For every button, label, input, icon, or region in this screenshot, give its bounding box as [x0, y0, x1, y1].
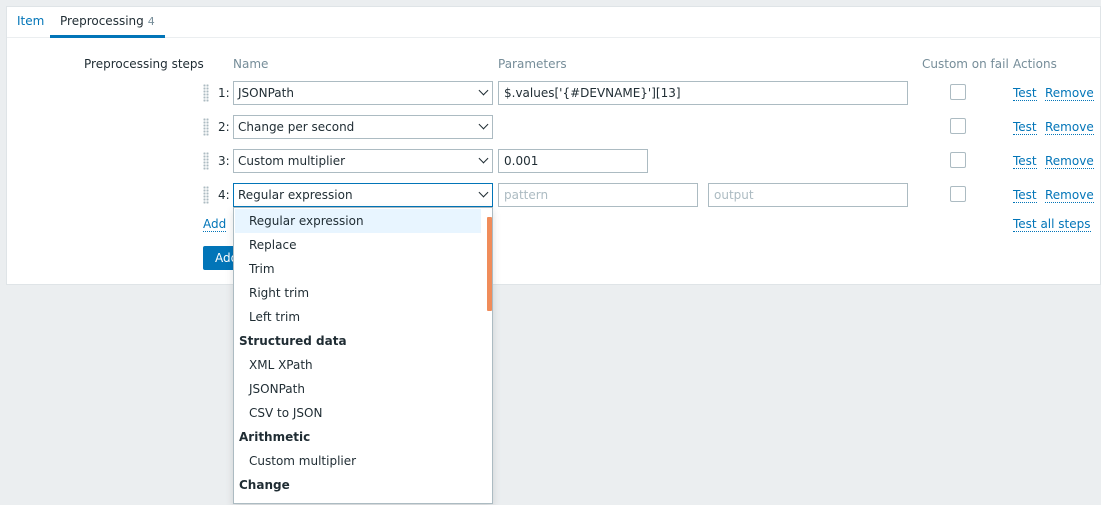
- dropdown-option-replace[interactable]: Replace: [235, 233, 481, 257]
- drag-handle-icon[interactable]: [203, 152, 209, 170]
- step-2-test-link[interactable]: Test: [1013, 121, 1037, 135]
- step-number: 4:: [218, 188, 230, 202]
- step-4-type-select[interactable]: Regular expression: [233, 183, 493, 207]
- dropdown-option-custom-multiplier[interactable]: Custom multiplier: [235, 449, 481, 473]
- step-3-type-value: Custom multiplier: [238, 154, 346, 168]
- step-4-test-link[interactable]: Test: [1013, 189, 1037, 203]
- step-2-custom-on-fail-checkbox[interactable]: [950, 118, 966, 134]
- dropdown-option-jsonpath[interactable]: JSONPath: [235, 377, 481, 401]
- tab-item[interactable]: Item: [7, 7, 54, 38]
- tab-preprocessing-label: Preprocessing: [60, 14, 144, 28]
- tab-preprocessing-count: 4: [147, 15, 155, 28]
- dropdown-option-csv-to-json[interactable]: CSV to JSON: [235, 401, 481, 425]
- step-1-remove-link[interactable]: Remove: [1045, 87, 1094, 101]
- dropdown-option-left-trim[interactable]: Left trim: [235, 305, 481, 329]
- step-number: 2:: [218, 120, 230, 134]
- step-3-multiplier-input[interactable]: [498, 149, 648, 173]
- step-4-custom-on-fail-checkbox[interactable]: [950, 186, 966, 202]
- step-2-remove-link[interactable]: Remove: [1045, 121, 1094, 135]
- tab-item-label: Item: [17, 14, 45, 28]
- step-1-custom-on-fail-checkbox[interactable]: [950, 84, 966, 100]
- dropdown-group-change: Change: [239, 478, 290, 492]
- tab-bar: Item Preprocessing 4: [7, 7, 1100, 38]
- add-step-link[interactable]: Add: [203, 218, 227, 232]
- step-4-pattern-input[interactable]: [498, 183, 698, 207]
- step-4-type-value: Regular expression: [238, 188, 353, 202]
- dropdown-option-right-trim[interactable]: Right trim: [235, 281, 481, 305]
- column-header-name: Name: [233, 57, 269, 71]
- step-3-test-link[interactable]: Test: [1013, 155, 1037, 169]
- chevron-down-icon: [478, 85, 489, 96]
- column-header-parameters: Parameters: [498, 57, 567, 71]
- test-all-steps-link[interactable]: Test all steps: [1013, 218, 1091, 232]
- step-2-type-value: Change per second: [238, 120, 355, 134]
- preprocessing-form-card: Item Preprocessing 4: [6, 6, 1101, 285]
- column-header-actions: Actions: [1013, 57, 1057, 71]
- tab-preprocessing[interactable]: Preprocessing 4: [50, 7, 165, 38]
- step-number: 3:: [218, 154, 230, 168]
- drag-handle-icon[interactable]: [203, 84, 209, 102]
- step-number: 1:: [218, 86, 230, 100]
- chevron-down-icon: [478, 119, 489, 130]
- step-2-type-select[interactable]: Change per second: [233, 115, 493, 139]
- step-1-parameter-input[interactable]: [498, 81, 908, 105]
- dropdown-option-trim[interactable]: Trim: [235, 257, 481, 281]
- step-1-type-value: JSONPath: [238, 86, 294, 100]
- step-3-type-select[interactable]: Custom multiplier: [233, 149, 493, 173]
- drag-handle-icon[interactable]: [203, 186, 209, 204]
- dropdown-group-arithmetic: Arithmetic: [239, 430, 311, 444]
- chevron-down-icon: [478, 153, 489, 164]
- step-type-dropdown-list[interactable]: Regular expression Replace Trim Right tr…: [233, 207, 493, 504]
- dropdown-option-regular-expression[interactable]: Regular expression: [235, 209, 481, 233]
- step-4-remove-link[interactable]: Remove: [1045, 189, 1094, 203]
- dropdown-option-xml-xpath[interactable]: XML XPath: [235, 353, 481, 377]
- chevron-down-icon: [478, 187, 489, 198]
- step-1-type-select[interactable]: JSONPath: [233, 81, 493, 105]
- step-1-test-link[interactable]: Test: [1013, 87, 1037, 101]
- step-3-remove-link[interactable]: Remove: [1045, 155, 1094, 169]
- step-3-custom-on-fail-checkbox[interactable]: [950, 152, 966, 168]
- dropdown-group-structured-data: Structured data: [239, 334, 347, 348]
- drag-handle-icon[interactable]: [203, 118, 209, 136]
- step-4-output-input[interactable]: [708, 183, 908, 207]
- column-header-custom-on-fail: Custom on fail: [922, 57, 1009, 71]
- preprocessing-steps-label: Preprocessing steps: [84, 57, 204, 71]
- dropdown-scrollbar[interactable]: [487, 217, 492, 311]
